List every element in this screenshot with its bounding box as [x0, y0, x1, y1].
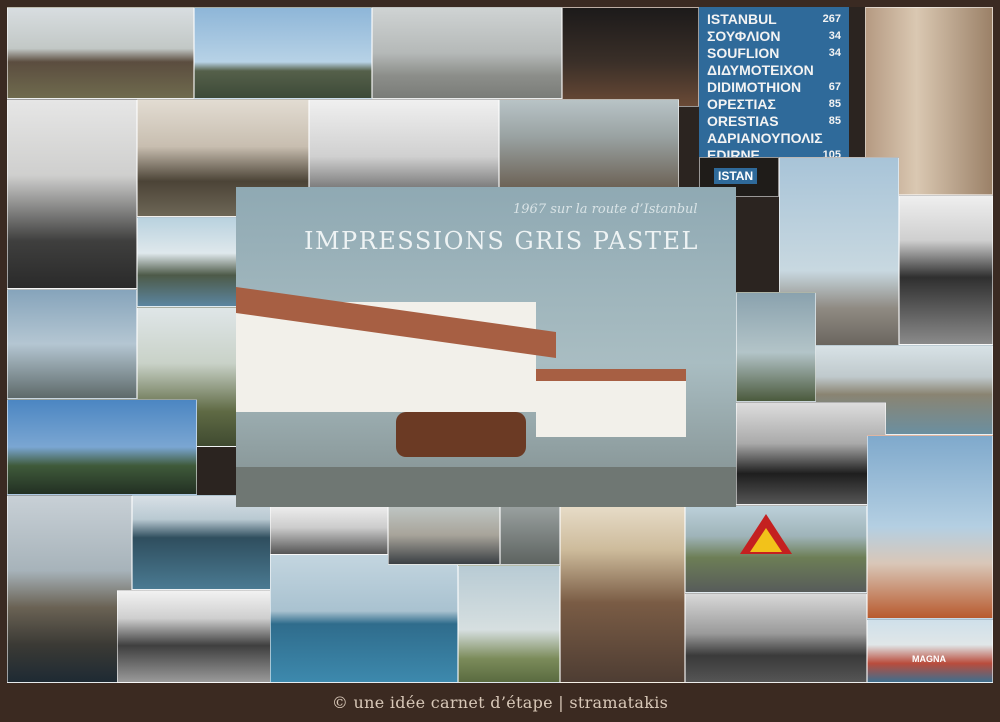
warning-sign-inner [750, 528, 782, 552]
photo-night-street [562, 7, 699, 107]
photo-milk-cans [500, 505, 560, 565]
photo-vw-beetle [685, 505, 867, 593]
main-oxen [396, 412, 526, 457]
sign-line: ORESTIAS 85 [707, 113, 841, 129]
photo-village-shore [137, 217, 241, 307]
small-sign-label: ISTAN [714, 168, 758, 184]
photo-harbor-boat: MAGNA [867, 619, 993, 683]
photo-road-tree-bw [899, 195, 993, 345]
sign-line: ΟΡΕΣΤΙΑΣ 85 [707, 96, 841, 112]
sign-line: ΔΙΔΥΜΟΤΕΙΧΟΝ [707, 62, 814, 78]
collage-title: IMPRESSIONS GRIS PASTEL [304, 227, 699, 255]
collage-subtitle: 1967 sur la route d’Istanbul [513, 202, 698, 217]
photo-steam-train-bw [736, 402, 886, 505]
photo-stormy-sea-bw [685, 593, 867, 683]
photo-tractor [7, 7, 194, 99]
photo-main-village-oxcart: 1967 sur la route d’Istanbul IMPRESSIONS… [236, 187, 736, 507]
photo-arch [560, 505, 685, 683]
footer-caption-bar: © une idée carnet d’étape | stramatakis [0, 683, 1000, 722]
sign-line: ΑΔΡΙΑΝΟΥΠΟΛΙΣ [707, 130, 823, 146]
photo-thistle [458, 565, 560, 683]
boat-name: MAGNA [912, 654, 946, 664]
sign-line: ΣΟΥΦΛΙΟΝ 34 [707, 28, 841, 44]
photo-lamp-post [7, 289, 137, 399]
photo-coast-houses [736, 292, 816, 402]
sign-line: DIDIMOTHION 67 [707, 79, 841, 95]
photo-ox-cart-road [388, 505, 500, 565]
sign-line: ISTANBUL 267 [707, 11, 841, 27]
photo-blue-mosque [194, 7, 372, 99]
photo-chain-sea [309, 99, 499, 195]
photo-seafront [372, 7, 562, 99]
photo-collage: ISTANBUL 267 ΣΟΥΦΛΙΟΝ 34 SOUFLION 34 ΔΙΔΥΜΟ… [7, 7, 993, 683]
photo-tree-bw [7, 99, 137, 289]
main-roof-2 [536, 369, 686, 381]
photo-bosphorus [132, 495, 272, 590]
main-road [236, 467, 736, 507]
footer-caption: © une idée carnet d’étape | stramatakis [331, 693, 669, 712]
photo-market-men [499, 99, 679, 191]
photo-hagia-sophia [7, 399, 197, 495]
photo-minaret-terracotta [867, 435, 993, 619]
photo-sea-boat [270, 552, 458, 683]
main-house-2 [536, 377, 686, 437]
photo-istanbul-skyline [7, 495, 132, 683]
photo-mosque-bw [270, 505, 388, 555]
sign-line: SOUFLION 34 [707, 45, 841, 61]
